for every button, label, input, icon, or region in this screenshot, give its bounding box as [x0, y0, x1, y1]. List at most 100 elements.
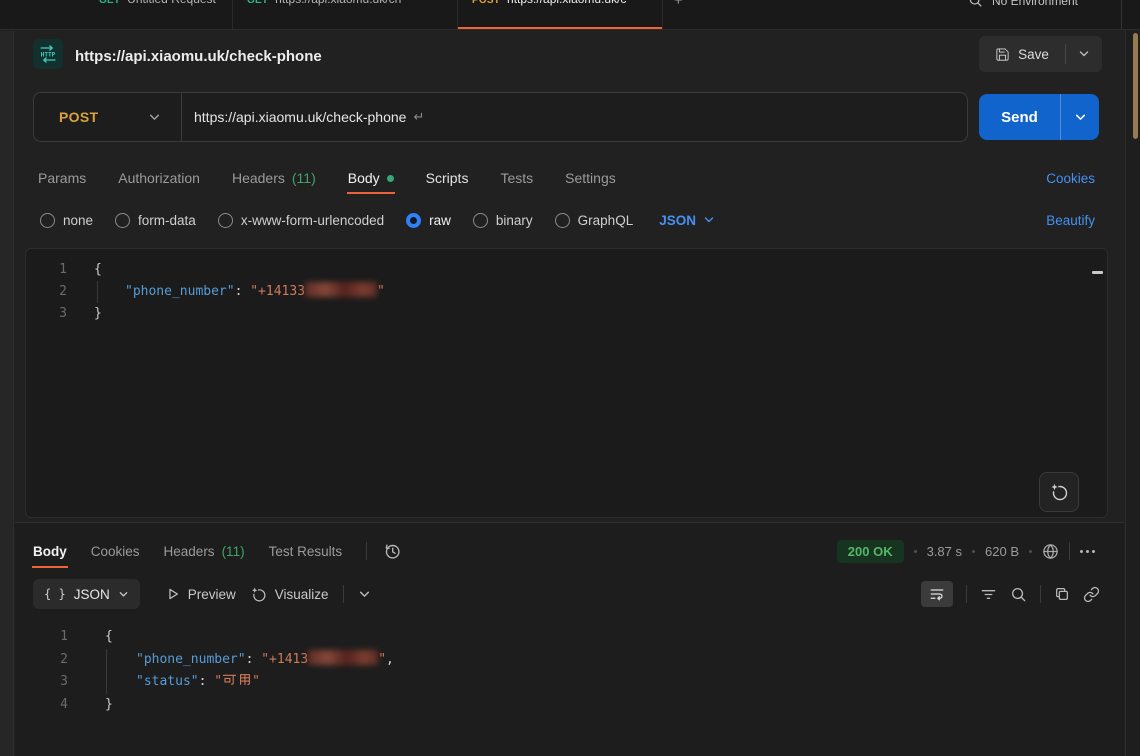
code-line: 1 {	[27, 626, 1124, 649]
new-tab-button[interactable]: +	[663, 0, 697, 30]
radio-icon	[115, 213, 130, 228]
tab-body[interactable]: Body	[348, 158, 394, 198]
response-tab-headers[interactable]: Headers (11)	[164, 533, 245, 569]
search-icon[interactable]	[1010, 586, 1027, 603]
right-sidebar-rail	[1125, 31, 1140, 756]
response-meta: 200 OK 3.87 s 620 B	[837, 540, 1124, 563]
redacted-phone-digits	[308, 650, 378, 665]
save-icon	[995, 47, 1010, 62]
mode-none[interactable]: none	[40, 213, 93, 228]
visualize-button[interactable]: Visualize	[250, 586, 329, 603]
code-line: 1 {	[26, 259, 1085, 281]
mode-raw-selected[interactable]: raw	[406, 213, 451, 228]
enter-hint: ↵	[413, 109, 424, 125]
code-line: 3 }	[26, 303, 1085, 325]
body-content-dot	[387, 175, 394, 182]
request-tab-3-active[interactable]: POST https://api.xiaomu.uk/c	[458, 0, 663, 30]
response-tabs: Body Cookies Headers (11) Test Results 2…	[15, 533, 1124, 569]
radio-selected-icon	[406, 213, 421, 228]
chevron-down-icon[interactable]	[358, 588, 371, 601]
request-header: HTTP https://api.xiaomu.uk/check-phone S…	[15, 31, 1124, 88]
toolbar-divider	[343, 585, 344, 603]
tab-params[interactable]: Params	[38, 158, 86, 198]
tab-title: Untitled Request	[127, 0, 216, 6]
response-format-dropdown[interactable]: { } JSON	[33, 579, 140, 609]
preview-button[interactable]: Preview	[166, 587, 236, 602]
tab-settings[interactable]: Settings	[565, 158, 616, 198]
request-tab-1[interactable]: GET Untitled Request	[85, 0, 233, 30]
cjk-glyphs-available	[222, 672, 252, 687]
open-request-tabs: GET Untitled Request GET https://api.xia…	[85, 0, 697, 30]
status-badge[interactable]: 200 OK	[837, 540, 904, 563]
play-icon	[166, 587, 180, 601]
response-time[interactable]: 3.87 s	[927, 544, 962, 559]
url-panel: POST https://api.xiaomu.uk/check-phone ↵	[33, 92, 968, 142]
plus-icon: +	[674, 0, 683, 9]
request-title: https://api.xiaomu.uk/check-phone	[75, 48, 322, 65]
url-input[interactable]: https://api.xiaomu.uk/check-phone ↵	[182, 109, 424, 125]
language-dropdown[interactable]: JSON	[659, 213, 715, 228]
tab-headers[interactable]: Headers (11)	[232, 158, 316, 198]
code-line: 3 "status": "可用"	[27, 671, 1124, 694]
sparkle-icon	[1049, 482, 1069, 502]
response-toolbar: { } JSON Preview Visualize	[15, 578, 1124, 610]
save-button[interactable]: Save	[979, 47, 1065, 62]
tab-title: https://api.xiaomu.uk/ch	[275, 0, 401, 6]
send-options-button[interactable]	[1061, 111, 1099, 124]
status-value-cjk: 可用	[222, 672, 252, 687]
headers-count: (11)	[222, 544, 245, 559]
cookies-link[interactable]: Cookies	[1046, 171, 1124, 186]
body-mode-row: none form-data x-www-form-urlencoded raw…	[15, 202, 1124, 238]
dot-separator	[914, 550, 917, 553]
http-icon-label: HTTP	[41, 51, 56, 58]
send-button[interactable]: Send	[979, 109, 1060, 126]
radio-icon	[473, 213, 488, 228]
mode-form-data[interactable]: form-data	[115, 213, 196, 228]
toolbar-divider	[1040, 585, 1041, 603]
chevron-down-icon	[118, 589, 129, 600]
tab-authorization[interactable]: Authorization	[118, 158, 200, 198]
word-wrap-button[interactable]	[921, 581, 953, 607]
postbot-beautify-button[interactable]	[1039, 472, 1079, 512]
response-body-editor[interactable]: 1 { 2 "phone_number": "+1413", 3 "status…	[15, 618, 1124, 756]
tab-method-badge: GET	[247, 0, 268, 6]
environment-selector[interactable]: No Environment	[968, 0, 1078, 8]
tab-scripts[interactable]: Scripts	[426, 158, 469, 198]
request-body-editor[interactable]: 1 { 2 "phone_number": "+14133" 3 }	[25, 248, 1108, 518]
response-size[interactable]: 620 B	[985, 544, 1019, 559]
headers-count: (11)	[292, 170, 316, 186]
url-value: https://api.xiaomu.uk/check-phone	[194, 109, 406, 125]
copy-icon[interactable]	[1054, 586, 1070, 602]
response-history-button[interactable]	[383, 542, 402, 561]
send-split-button: Send	[979, 94, 1099, 140]
http-request-icon: HTTP	[33, 39, 63, 69]
response-tab-body[interactable]: Body	[33, 533, 67, 569]
request-subtabs: Params Authorization Headers (11) Body S…	[15, 158, 1124, 198]
redacted-phone-digits	[305, 282, 377, 297]
chevron-down-icon	[1074, 111, 1087, 124]
mode-urlencoded[interactable]: x-www-form-urlencoded	[218, 213, 384, 228]
radio-icon	[218, 213, 233, 228]
link-icon[interactable]	[1083, 586, 1100, 603]
scrollbar-thumb[interactable]	[1133, 33, 1138, 139]
request-tab-2[interactable]: GET https://api.xiaomu.uk/ch	[233, 0, 458, 30]
response-tab-cookies[interactable]: Cookies	[91, 533, 140, 569]
network-info-button[interactable]	[1042, 543, 1059, 560]
dot-separator	[972, 550, 975, 553]
mode-graphql[interactable]: GraphQL	[555, 213, 634, 228]
save-label: Save	[1018, 47, 1049, 62]
filter-icon[interactable]	[980, 586, 997, 603]
save-options-button[interactable]	[1066, 48, 1102, 60]
dot-separator	[1029, 550, 1032, 553]
beautify-link[interactable]: Beautify	[1046, 213, 1124, 228]
chevron-down-icon	[148, 111, 161, 124]
response-tab-test-results[interactable]: Test Results	[269, 533, 343, 569]
tab-tests[interactable]: Tests	[500, 158, 533, 198]
environment-label: No Environment	[992, 0, 1078, 8]
mode-binary[interactable]: binary	[473, 213, 533, 228]
method-dropdown[interactable]: POST	[34, 109, 181, 125]
more-options-button[interactable]	[1080, 550, 1095, 553]
code-line: 2 "phone_number": "+1413",	[27, 649, 1124, 672]
response-editor-actions	[921, 581, 1124, 607]
editor-scroll-indicator[interactable]	[1092, 271, 1103, 274]
